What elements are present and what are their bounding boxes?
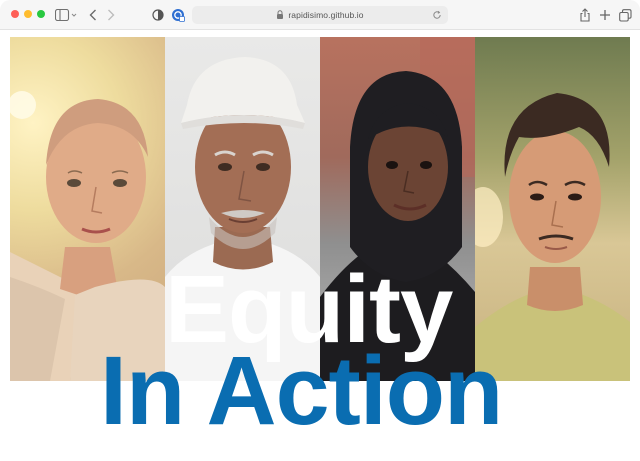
tabs-overview-icon[interactable] — [618, 7, 632, 23]
browser-window: rapidisimo.github.io Equity In Action — [0, 0, 640, 461]
plus-icon[interactable] — [598, 7, 612, 23]
reload-icon[interactable] — [432, 10, 442, 20]
portrait-photo-4 — [475, 37, 630, 381]
portrait-photo-3 — [320, 37, 475, 381]
portrait-photo-1 — [10, 37, 165, 381]
extension-icon[interactable] — [170, 7, 186, 23]
web-page: Equity In Action — [0, 31, 640, 461]
sidebar-icon[interactable] — [55, 7, 77, 23]
chevron-left-icon[interactable] — [86, 7, 100, 23]
shield-icon[interactable] — [150, 7, 166, 23]
lock-icon — [276, 10, 284, 20]
minimize-window-button[interactable] — [24, 10, 32, 18]
url-text: rapidisimo.github.io — [288, 10, 364, 20]
chevron-right-icon[interactable] — [104, 7, 118, 23]
address-bar[interactable]: rapidisimo.github.io — [192, 6, 448, 24]
close-window-button[interactable] — [11, 10, 19, 18]
browser-toolbar: rapidisimo.github.io — [0, 0, 640, 30]
zoom-window-button[interactable] — [37, 10, 45, 18]
portrait-photo-2 — [165, 37, 320, 381]
share-icon[interactable] — [578, 7, 592, 23]
